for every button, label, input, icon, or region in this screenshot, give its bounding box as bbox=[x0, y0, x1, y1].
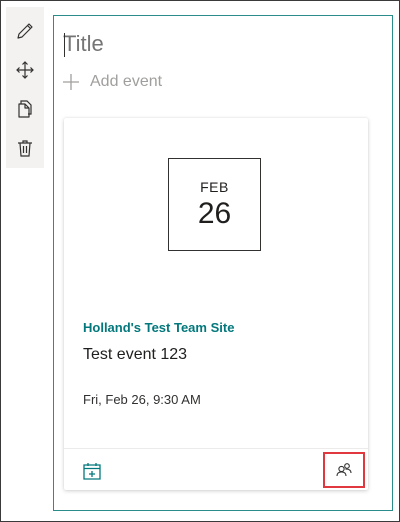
add-to-calendar-icon[interactable] bbox=[82, 461, 102, 481]
copy-icon bbox=[18, 100, 32, 118]
event-datetime: Fri, Feb 26, 9:30 AM bbox=[83, 392, 201, 407]
plus-icon bbox=[63, 74, 79, 90]
pencil-icon bbox=[17, 23, 33, 39]
duplicate-button[interactable] bbox=[13, 97, 37, 121]
add-event-button[interactable]: Add event bbox=[62, 70, 162, 94]
event-month: FEB bbox=[200, 179, 229, 195]
attendees-button[interactable] bbox=[323, 452, 365, 488]
event-site-link[interactable]: Holland's Test Team Site bbox=[83, 320, 234, 335]
event-day: 26 bbox=[197, 197, 232, 230]
move-icon bbox=[16, 61, 34, 79]
event-card[interactable]: FEB 26 Holland's Test Team Site Test eve… bbox=[64, 118, 368, 490]
delete-button[interactable] bbox=[13, 136, 37, 160]
edit-button[interactable] bbox=[13, 19, 37, 43]
events-webpart: Add event FEB 26 Holland's Test Team Sit… bbox=[53, 15, 393, 511]
add-event-label: Add event bbox=[90, 73, 163, 90]
event-date-box: FEB 26 bbox=[168, 158, 261, 251]
text-cursor bbox=[64, 33, 65, 57]
page-frame: Add event FEB 26 Holland's Test Team Sit… bbox=[0, 0, 400, 522]
title-input[interactable] bbox=[63, 28, 363, 60]
event-card-footer bbox=[64, 448, 368, 491]
people-icon bbox=[336, 463, 352, 477]
move-button[interactable] bbox=[13, 58, 37, 82]
event-title[interactable]: Test event 123 bbox=[83, 346, 187, 364]
delete-icon bbox=[18, 140, 32, 157]
webpart-toolbar bbox=[6, 7, 44, 168]
